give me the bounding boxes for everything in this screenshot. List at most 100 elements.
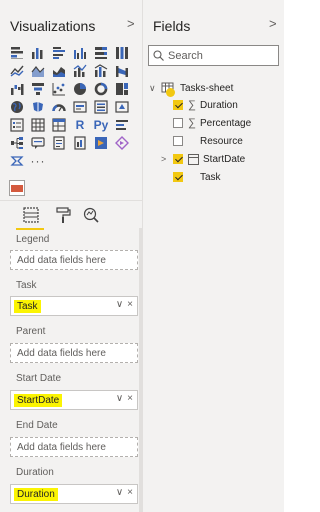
chevron-right-icon[interactable]: >	[161, 154, 171, 164]
field-startdate[interactable]: > StartDate	[161, 151, 245, 167]
visualizations-pane: Visualizations > R Py ··· Legend Add dat…	[0, 0, 143, 512]
task-checkbox[interactable]	[173, 172, 183, 182]
field-duration[interactable]: ∑ Duration	[173, 97, 238, 113]
search-icon	[153, 50, 164, 61]
field-label: Resource	[200, 135, 243, 147]
chevron-down-icon[interactable]: ∨	[116, 487, 123, 498]
task-well-field[interactable]: Task ∨ ×	[10, 296, 138, 316]
field-percentage[interactable]: ∑ Percentage	[173, 115, 251, 131]
analytics-magnifier-icon[interactable]	[82, 206, 100, 224]
key-influencers-icon[interactable]	[115, 118, 129, 132]
stacked-column-chart-icon[interactable]	[31, 46, 45, 60]
line-chart-icon[interactable]	[10, 64, 24, 78]
wells-scrollbar[interactable]	[139, 228, 142, 512]
percentage-checkbox[interactable]	[173, 118, 183, 128]
end-date-well-label: End Date	[16, 420, 58, 431]
startdate-field-pill: StartDate	[14, 393, 63, 407]
slicer-icon[interactable]	[10, 118, 24, 132]
resource-checkbox[interactable]	[173, 136, 183, 146]
duration-well-label: Duration	[16, 467, 54, 478]
table-selected-badge	[166, 87, 175, 97]
collapse-fields-icon[interactable]: >	[269, 16, 277, 31]
fields-title: Fields	[153, 18, 191, 34]
start-date-well-field[interactable]: StartDate ∨ ×	[10, 390, 138, 410]
field-task[interactable]: Task	[173, 169, 221, 185]
field-resource[interactable]: Resource	[173, 133, 243, 149]
visual-gallery-divider	[0, 200, 143, 201]
stacked-area-chart-icon[interactable]	[52, 64, 66, 78]
duration-field-pill: Duration	[14, 487, 58, 501]
duration-well-field[interactable]: Duration ∨ ×	[10, 484, 138, 504]
startdate-checkbox[interactable]	[173, 154, 183, 164]
scatter-chart-icon[interactable]	[52, 82, 66, 96]
task-field-pill: Task	[14, 299, 41, 313]
gantt-custom-visual-icon[interactable]	[9, 180, 25, 196]
arcgis-map-icon[interactable]	[10, 154, 24, 168]
gantt-custom-visual-bar	[11, 184, 23, 192]
power-automate-icon[interactable]	[115, 136, 129, 150]
stacked-bar-chart-icon[interactable]	[10, 46, 24, 60]
matrix-icon[interactable]	[52, 118, 66, 132]
active-tab-indicator	[16, 228, 44, 230]
line-and-stacked-column-chart-icon[interactable]	[94, 64, 108, 78]
parent-drop-zone[interactable]: Add data fields here	[10, 343, 138, 363]
chevron-down-icon[interactable]: ∨	[116, 299, 123, 310]
card-icon[interactable]	[73, 100, 87, 114]
sigma-icon: ∑	[188, 117, 196, 129]
remove-field-icon[interactable]: ×	[127, 487, 133, 498]
field-label: Percentage	[200, 117, 252, 129]
field-label: Task	[200, 171, 221, 183]
duration-well-actions: ∨ ×	[116, 487, 133, 498]
sigma-icon: ∑	[188, 99, 196, 111]
remove-field-icon[interactable]: ×	[127, 393, 133, 404]
kpi-icon[interactable]	[115, 100, 129, 114]
visualizations-title: Visualizations	[10, 18, 96, 34]
map-icon[interactable]	[10, 100, 24, 114]
duration-checkbox[interactable]	[173, 100, 183, 110]
100-percent-column-chart-icon[interactable]	[115, 46, 129, 60]
power-apps-icon[interactable]	[94, 136, 108, 150]
waterfall-chart-icon[interactable]	[10, 82, 24, 96]
collapse-visualizations-icon[interactable]: >	[127, 16, 135, 31]
filled-map-icon[interactable]	[31, 100, 45, 114]
smart-narrative-icon[interactable]	[52, 136, 66, 150]
paginated-report-icon[interactable]	[73, 136, 87, 150]
table-node-tasks-sheet[interactable]: ∨ Tasks-sheet	[149, 80, 234, 97]
donut-chart-icon[interactable]	[94, 82, 108, 96]
start-date-well-label: Start Date	[16, 373, 62, 384]
paint-roller-icon[interactable]	[54, 206, 72, 224]
ribbon-chart-icon[interactable]	[115, 64, 129, 78]
100-percent-bar-chart-icon[interactable]	[94, 46, 108, 60]
field-label: Duration	[200, 99, 238, 111]
legend-drop-zone[interactable]: Add data fields here	[10, 250, 138, 270]
r-visual-icon[interactable]: R	[73, 118, 87, 132]
python-visual-icon[interactable]: Py	[94, 118, 109, 132]
remove-field-icon[interactable]: ×	[127, 299, 133, 310]
legend-well-label: Legend	[16, 234, 50, 245]
visualization-tabs	[0, 204, 143, 232]
pie-chart-icon[interactable]	[73, 82, 87, 96]
end-date-drop-zone[interactable]: Add data fields here	[10, 437, 138, 457]
fields-search-input[interactable]: Search	[148, 45, 279, 66]
parent-well-label: Parent	[16, 326, 46, 337]
decomposition-tree-icon[interactable]	[10, 136, 24, 150]
chevron-down-icon[interactable]: ∨	[116, 393, 123, 404]
funnel-chart-icon[interactable]	[31, 82, 45, 96]
more-visuals-icon[interactable]: ···	[31, 154, 45, 168]
gauge-icon[interactable]	[52, 100, 66, 114]
table-name: Tasks-sheet	[180, 82, 234, 94]
clustered-bar-chart-icon[interactable]	[52, 46, 66, 60]
table-icon	[161, 82, 177, 97]
fields-tab-icon[interactable]	[22, 206, 40, 224]
fields-pane: Fields > Search ∨ Tasks-sheet ∑ Duration…	[143, 0, 284, 512]
line-and-column-chart-icon[interactable]	[73, 64, 87, 78]
qa-icon[interactable]	[31, 136, 45, 150]
clustered-column-chart-icon[interactable]	[73, 46, 87, 60]
treemap-icon[interactable]	[115, 82, 129, 96]
multi-row-card-icon[interactable]	[94, 100, 108, 114]
area-chart-icon[interactable]	[31, 64, 45, 78]
start-date-well-actions: ∨ ×	[116, 393, 133, 404]
chevron-down-icon[interactable]: ∨	[149, 83, 159, 94]
table-icon[interactable]	[31, 118, 45, 132]
search-placeholder: Search	[168, 49, 203, 62]
